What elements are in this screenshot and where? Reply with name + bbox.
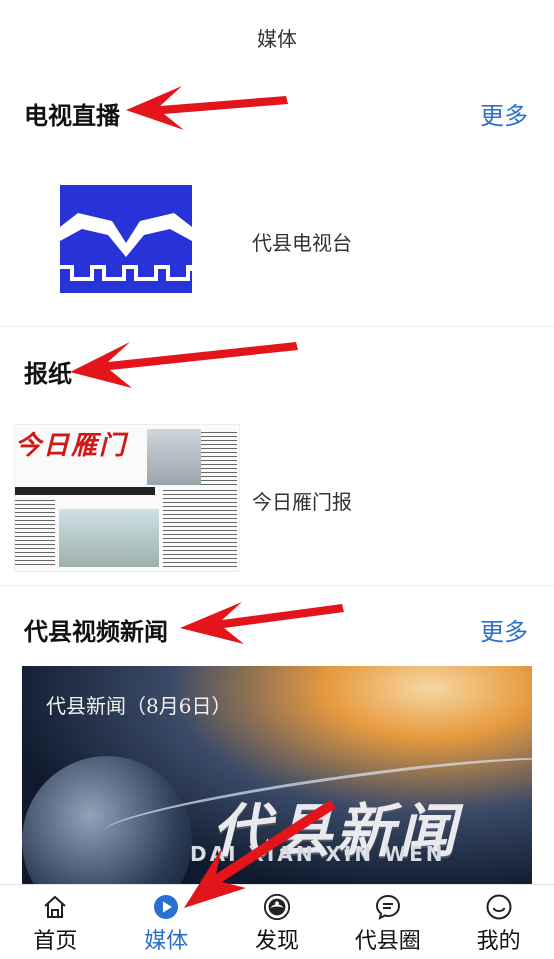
tab-media[interactable]: 媒体 (111, 885, 222, 959)
bottom-tab-bar: 首页 媒体 发现 代县圈 我的 (0, 884, 554, 959)
annotation-arrow-icon (126, 86, 288, 130)
video-title: 代县新闻（8月6日） (46, 694, 232, 718)
annotation-arrow-icon (180, 602, 344, 644)
tab-label: 发现 (254, 929, 299, 954)
tv-station-logo[interactable] (60, 185, 192, 293)
newspaper-text-column (201, 429, 237, 485)
chat-bubble-icon (374, 893, 402, 921)
play-circle-icon (152, 893, 180, 921)
tv-station-label[interactable]: 代县电视台 (252, 227, 352, 256)
smiley-icon (485, 893, 513, 921)
tab-discover[interactable]: 发现 (222, 885, 333, 959)
tab-me[interactable]: 我的 (443, 885, 554, 959)
video-thumbnail[interactable]: 代县新闻（8月6日） 代县新闻 DAI XIAN XIN WEN (22, 666, 532, 884)
discover-icon (263, 893, 291, 921)
section-divider (0, 585, 554, 586)
tab-label: 我的 (476, 929, 521, 954)
home-icon (41, 893, 69, 921)
newspaper-thumbnail[interactable]: 今日雁门 (14, 424, 240, 572)
video-logo-pinyin: DAI XIAN XIN WEN (190, 842, 446, 866)
video-section-title: 代县视频新闻 (24, 617, 168, 646)
newspaper-label[interactable]: 今日雁门报 (252, 486, 352, 515)
tv-more-link[interactable]: 更多 (480, 96, 528, 131)
newspaper-section-title: 报纸 (24, 359, 72, 388)
page-title: 媒体 (257, 26, 297, 51)
tab-community[interactable]: 代县圈 (332, 885, 443, 959)
page-header: 媒体 (0, 0, 554, 74)
section-divider (0, 326, 554, 327)
newspaper-masthead: 今日雁门 (15, 431, 128, 461)
tab-label: 首页 (33, 929, 78, 954)
video-more-link[interactable]: 更多 (480, 612, 528, 647)
tab-home[interactable]: 首页 (0, 885, 111, 959)
tv-logo-icon (60, 185, 192, 293)
tab-label: 媒体 (144, 929, 189, 954)
newspaper-text-column (163, 487, 237, 567)
tv-section-title: 电视直播 (24, 101, 120, 130)
newspaper-text-column (15, 497, 55, 567)
newspaper-photo (59, 509, 159, 567)
tab-label: 代县圈 (354, 929, 421, 954)
annotation-arrow-icon (70, 342, 298, 388)
newspaper-headline-bar (15, 487, 155, 495)
